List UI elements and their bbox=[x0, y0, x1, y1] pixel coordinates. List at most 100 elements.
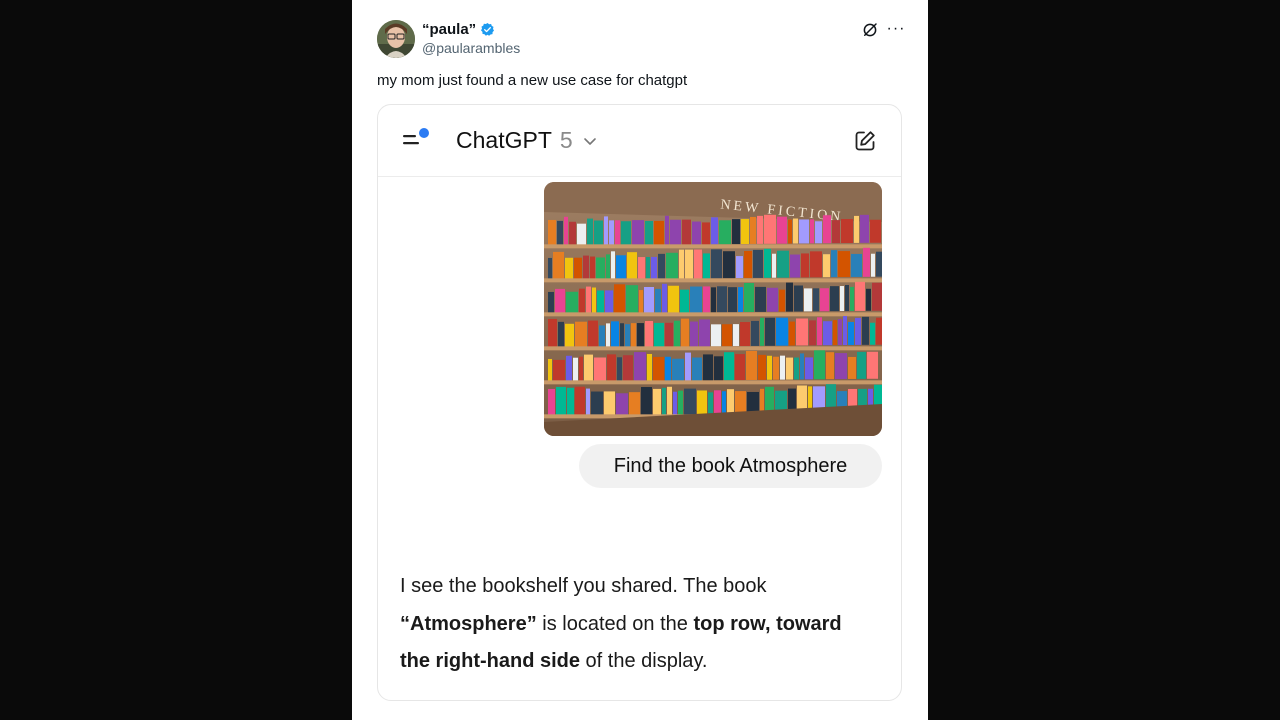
book-spine bbox=[876, 251, 882, 277]
book-spine bbox=[626, 285, 638, 314]
book-spine bbox=[604, 216, 608, 246]
chatgpt-screenshot: ChatGPT 5 NEW FICTION Find the book Atmo… bbox=[377, 104, 902, 701]
reply-location-a: top row, toward bbox=[693, 612, 842, 635]
book-spine bbox=[826, 352, 834, 380]
book-spine bbox=[862, 316, 869, 345]
book-spine bbox=[814, 350, 825, 380]
book-spine bbox=[548, 388, 555, 416]
book-spine bbox=[670, 219, 681, 245]
book-spine bbox=[801, 253, 809, 278]
book-spine bbox=[790, 254, 800, 278]
book-spine bbox=[764, 248, 771, 278]
book-spine bbox=[738, 287, 743, 313]
book-spine bbox=[714, 390, 721, 415]
book-spine bbox=[553, 251, 564, 280]
book-spine bbox=[810, 251, 822, 278]
book-spine bbox=[574, 257, 582, 280]
author-name-row[interactable]: “paula” bbox=[422, 21, 495, 38]
book-spine bbox=[583, 255, 589, 280]
book-spine bbox=[711, 249, 722, 279]
book-spine bbox=[662, 283, 667, 313]
book-spine bbox=[645, 220, 653, 245]
book-spine bbox=[767, 287, 778, 312]
app-name: ChatGPT bbox=[456, 127, 552, 153]
book-spine bbox=[835, 353, 847, 380]
book-spine bbox=[855, 281, 865, 311]
book-spine bbox=[876, 317, 882, 345]
book-spine bbox=[805, 357, 813, 380]
book-spine bbox=[548, 291, 554, 314]
book-spine bbox=[627, 252, 637, 280]
book-spine bbox=[672, 358, 684, 381]
book-spine bbox=[843, 316, 847, 346]
book-spine bbox=[767, 355, 772, 380]
book-spine bbox=[638, 257, 645, 280]
book-spine bbox=[841, 219, 853, 244]
book-spine bbox=[796, 318, 808, 346]
grok-icon[interactable] bbox=[861, 21, 879, 39]
book-spine bbox=[777, 250, 789, 278]
author-handle[interactable]: @paularambles bbox=[422, 40, 520, 56]
book-spine bbox=[553, 359, 565, 382]
book-spine bbox=[625, 324, 630, 348]
book-spine bbox=[586, 388, 590, 416]
book-spine bbox=[548, 257, 552, 280]
book-spine bbox=[673, 391, 677, 415]
book-spine bbox=[719, 220, 731, 245]
book-spine bbox=[614, 284, 625, 314]
book-spine bbox=[611, 321, 619, 348]
book-spine bbox=[566, 291, 578, 314]
book-spine bbox=[665, 356, 671, 381]
book-spine bbox=[735, 354, 745, 381]
book-spine bbox=[588, 320, 598, 348]
book-spine bbox=[800, 353, 804, 380]
book-spine bbox=[714, 356, 723, 381]
book-spine bbox=[548, 219, 556, 246]
book-spine bbox=[654, 220, 664, 245]
book-spine bbox=[634, 352, 646, 382]
book-spine bbox=[753, 249, 763, 278]
avatar[interactable] bbox=[377, 20, 415, 58]
book-spine bbox=[786, 282, 793, 312]
book-spine bbox=[788, 219, 792, 244]
book-spine bbox=[558, 321, 564, 348]
book-spine bbox=[599, 325, 605, 348]
book-spine bbox=[591, 391, 603, 416]
book-spine bbox=[662, 387, 666, 415]
book-spine bbox=[555, 288, 565, 314]
book-spine bbox=[840, 286, 844, 312]
reply-book-title: “Atmosphere” bbox=[400, 612, 537, 635]
book-spine bbox=[667, 386, 672, 415]
book-spine bbox=[744, 251, 752, 278]
book-spine bbox=[678, 390, 683, 415]
book-spine bbox=[565, 323, 574, 348]
book-spine bbox=[564, 216, 568, 246]
shelf-board bbox=[544, 380, 882, 385]
book-spine bbox=[556, 386, 566, 416]
book-spine bbox=[631, 323, 636, 348]
reply-tail: of the display. bbox=[580, 650, 708, 672]
book-spine bbox=[637, 323, 644, 348]
book-spine bbox=[623, 355, 633, 382]
book-spine bbox=[863, 247, 870, 277]
book-spine bbox=[569, 221, 576, 246]
book-spine bbox=[779, 289, 785, 312]
book-spine bbox=[870, 219, 881, 243]
book-spine bbox=[760, 317, 764, 346]
book-spine bbox=[813, 288, 819, 312]
book-spine bbox=[724, 352, 734, 381]
screen: “paula” @paularambles ··· my mom just fo… bbox=[0, 0, 1280, 720]
book-spine bbox=[620, 323, 624, 348]
book-spine bbox=[845, 284, 849, 311]
book-spine bbox=[647, 353, 652, 381]
assistant-reply: I see the bookshelf you shared. The book… bbox=[400, 568, 890, 681]
display-name[interactable]: “paula” bbox=[422, 21, 476, 38]
book-spine bbox=[794, 285, 803, 312]
more-icon[interactable]: ··· bbox=[886, 19, 906, 39]
book-spine bbox=[565, 257, 573, 280]
book-spine bbox=[735, 391, 746, 415]
book-spine bbox=[665, 322, 673, 347]
book-spine bbox=[703, 286, 710, 313]
book-spine bbox=[850, 286, 854, 311]
book-spine bbox=[645, 320, 653, 347]
